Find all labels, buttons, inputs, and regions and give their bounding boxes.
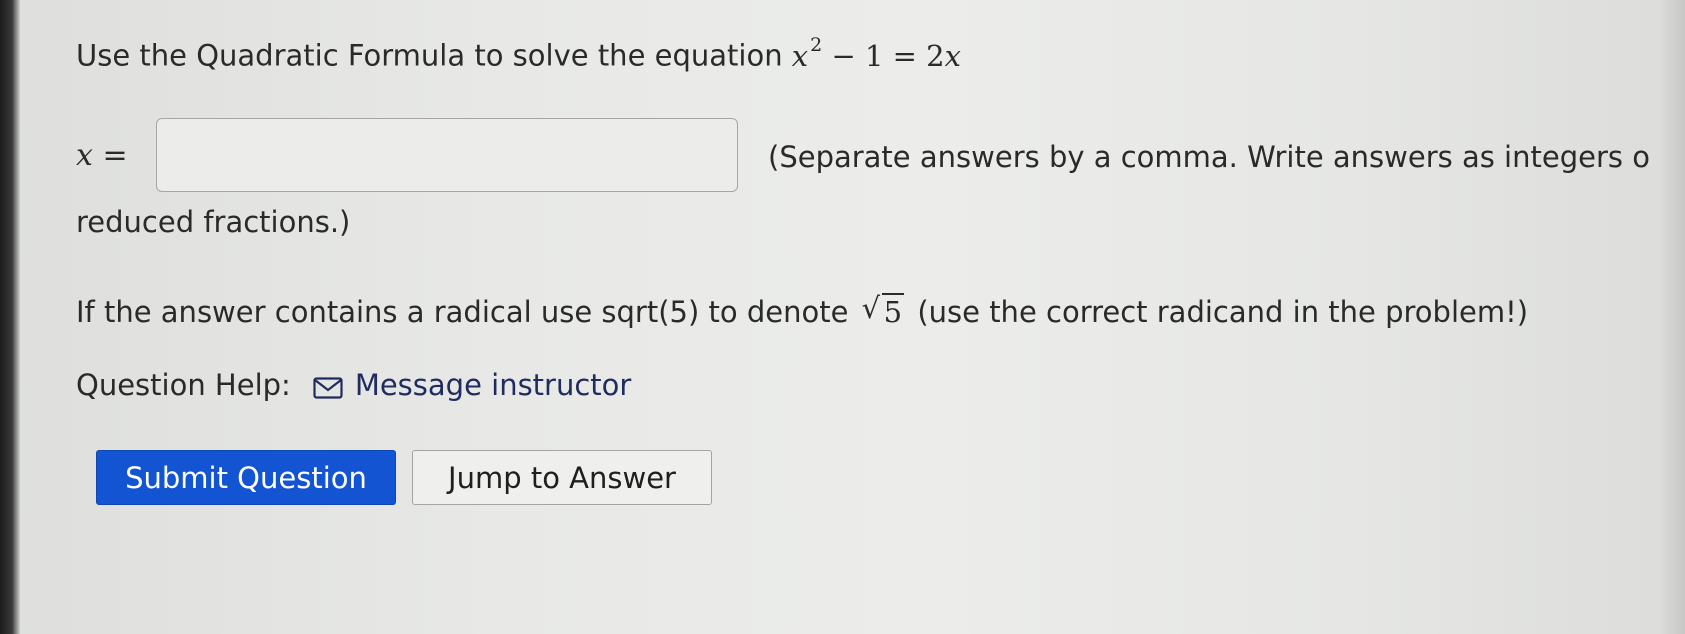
- question-title: Use the Quadratic Formula to solve the e…: [76, 34, 961, 73]
- equation-rest: − 1 = 2: [831, 38, 945, 73]
- answer-hint-continued: reduced fractions.): [76, 205, 351, 239]
- answer-row: x =: [76, 118, 738, 192]
- answer-hint: (Separate answers by a comma. Write answ…: [768, 140, 1650, 174]
- equation-exponent: 2: [810, 34, 823, 56]
- photo-right-edge: [1659, 0, 1685, 634]
- sqrt-symbol: √ 5: [862, 291, 905, 329]
- question-prompt: Use the Quadratic Formula to solve the e…: [76, 38, 783, 73]
- jump-to-answer-button[interactable]: Jump to Answer: [412, 450, 712, 505]
- radical-sign: √: [861, 291, 881, 325]
- radical-instruction: If the answer contains a radical use sqr…: [76, 291, 1529, 329]
- radicand: 5: [881, 293, 905, 329]
- equation-base: x: [791, 38, 809, 73]
- mail-icon[interactable]: [313, 372, 343, 399]
- message-instructor-link[interactable]: Message instructor: [355, 368, 632, 402]
- equation-rest-var: x: [944, 38, 961, 73]
- equation: x2 − 1 = 2x: [791, 34, 961, 73]
- question-help-label: Question Help:: [76, 368, 291, 402]
- answer-label: x =: [76, 137, 128, 173]
- question-help: Question Help: Message instructor: [76, 368, 631, 402]
- submit-question-button[interactable]: Submit Question: [96, 450, 396, 505]
- photo-left-edge: [0, 0, 20, 634]
- action-buttons: Submit Question Jump to Answer: [96, 450, 712, 505]
- answer-input[interactable]: [156, 118, 738, 192]
- radical-prefix: If the answer contains a radical use sqr…: [76, 295, 849, 329]
- radical-suffix: (use the correct radicand in the problem…: [917, 295, 1529, 329]
